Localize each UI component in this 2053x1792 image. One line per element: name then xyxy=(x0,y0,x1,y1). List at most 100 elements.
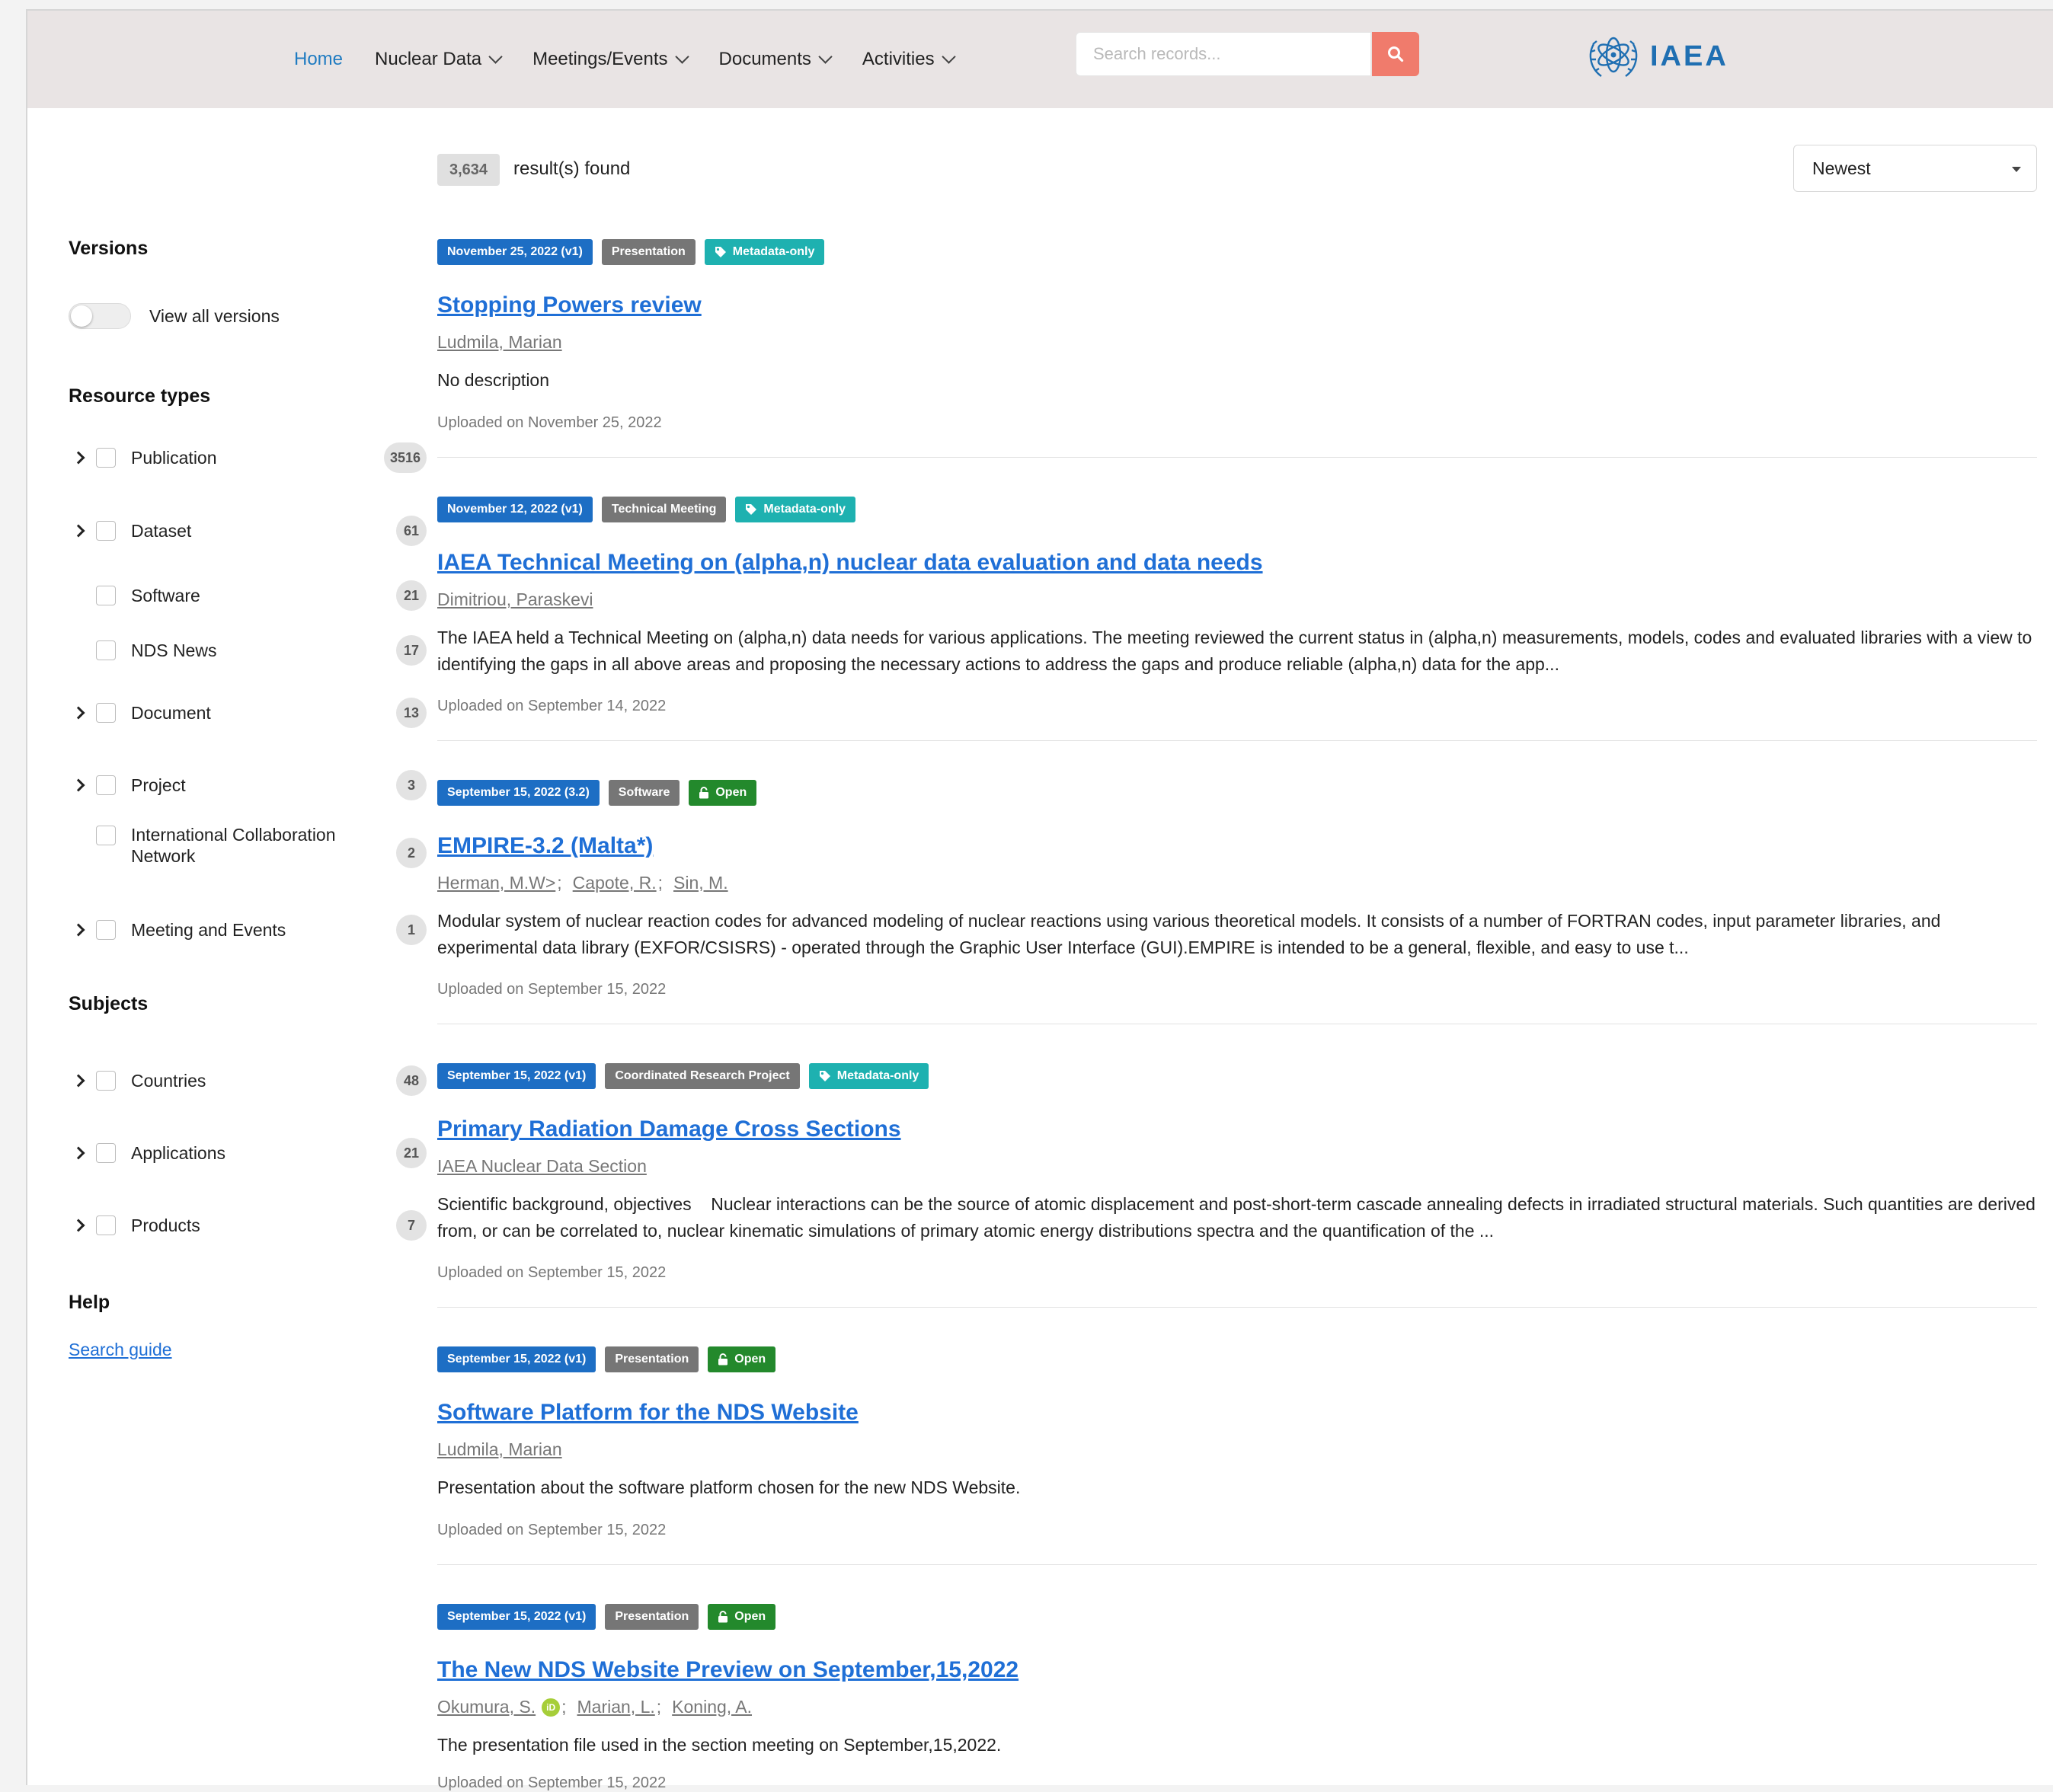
result-upload-date: Uploaded on September 15, 2022 xyxy=(437,1264,667,1281)
facet-applications[interactable]: Applications 21 xyxy=(69,1136,427,1171)
result-upload-date: Uploaded on September 15, 2022 xyxy=(437,1522,667,1538)
facet-checkbox[interactable] xyxy=(96,640,116,660)
author-link[interactable]: Ludmila, Marian xyxy=(437,1439,562,1460)
chevron-right-icon[interactable] xyxy=(69,1219,88,1232)
chevron-down-icon xyxy=(674,49,689,64)
result-authors: IAEA Nuclear Data Section xyxy=(437,1156,647,1177)
unlock-icon xyxy=(718,1353,728,1366)
versions-heading: Versions xyxy=(69,238,149,259)
author-link[interactable]: IAEA Nuclear Data Section xyxy=(437,1156,647,1177)
access-badge: Metadata-only xyxy=(735,497,855,522)
facet-project[interactable]: Project 3 xyxy=(69,768,427,803)
tag-icon xyxy=(745,503,757,516)
nav-meetings-events-label: Meetings/Events xyxy=(532,49,668,69)
access-badge-label: Open xyxy=(734,1610,766,1623)
facet-checkbox[interactable] xyxy=(96,703,116,723)
un-emblem-icon xyxy=(1589,37,1638,77)
author-link[interactable]: Okumura, S. xyxy=(437,1697,536,1717)
chevron-right-icon[interactable] xyxy=(69,451,88,465)
access-badge: Metadata-only xyxy=(808,1063,929,1089)
result-authors: Dimitriou, Paraskevi xyxy=(437,589,593,610)
search-icon xyxy=(1388,46,1404,62)
result-badges: September 15, 2022 (3.2) Software Open xyxy=(437,780,2037,806)
author-link[interactable]: Sin, M. xyxy=(673,873,728,893)
facet-checkbox[interactable] xyxy=(96,1071,116,1091)
chevron-right-icon[interactable] xyxy=(69,706,88,720)
facet-checkbox[interactable] xyxy=(96,826,116,845)
facet-count: 1 xyxy=(396,915,427,945)
search-placeholder: Search records... xyxy=(1093,44,1221,63)
result-authors: Ludmila, Marian xyxy=(437,332,562,353)
chevron-right-icon[interactable] xyxy=(69,1074,88,1088)
facet-label: Document xyxy=(131,703,211,723)
facet-checkbox[interactable] xyxy=(96,448,116,468)
facet-label: Countries xyxy=(131,1071,206,1091)
search-button[interactable] xyxy=(1372,32,1419,76)
view-all-versions-toggle[interactable] xyxy=(69,303,131,329)
facet-label: Software xyxy=(131,586,200,605)
search-input[interactable]: Search records... xyxy=(1076,32,1371,76)
facet-checkbox[interactable] xyxy=(96,521,116,541)
sort-select[interactable]: Newest xyxy=(1793,145,2037,192)
chevron-down-icon xyxy=(818,49,833,64)
author-link[interactable]: Dimitriou, Paraskevi xyxy=(437,589,593,610)
facet-document[interactable]: Document 13 xyxy=(69,695,427,730)
result-title-link[interactable]: Software Platform for the NDS Website xyxy=(437,1400,859,1426)
facet-products[interactable]: Products 7 xyxy=(69,1208,427,1243)
resource-type-badge: Technical Meeting xyxy=(601,497,727,522)
nav-home[interactable]: Home xyxy=(294,49,343,70)
facet-dataset[interactable]: Dataset 61 xyxy=(69,513,427,548)
facet-label: Applications xyxy=(131,1143,226,1163)
result-title-link[interactable]: The New NDS Website Preview on September… xyxy=(437,1657,1019,1683)
result-count-badge: 3,634 xyxy=(437,154,500,186)
result-title-link[interactable]: EMPIRE-3.2 (Malta*) xyxy=(437,833,653,859)
author-link[interactable]: Ludmila, Marian xyxy=(437,332,562,353)
facet-count: 3516 xyxy=(383,442,427,473)
facet-checkbox[interactable] xyxy=(96,775,116,795)
nav-activities[interactable]: Activities xyxy=(862,49,956,70)
result-badges: September 15, 2022 (v1) Presentation Ope… xyxy=(437,1346,2037,1372)
iaea-logo[interactable]: IAEA xyxy=(1585,27,1728,85)
facet-software[interactable]: Software 21 xyxy=(69,578,427,613)
facet-checkbox[interactable] xyxy=(96,586,116,605)
facet-count: 21 xyxy=(396,1138,427,1168)
page: Home Nuclear Data Meetings/Events Docume… xyxy=(26,9,2053,1791)
orcid-icon[interactable]: iD xyxy=(542,1698,561,1717)
chevron-right-icon[interactable] xyxy=(69,778,88,792)
result-description: Scientific background, objectives Nuclea… xyxy=(437,1194,2041,1241)
result-title-link[interactable]: Stopping Powers review xyxy=(437,292,702,318)
author-link[interactable]: Koning, A. xyxy=(672,1697,752,1717)
facet-meeting-and-events[interactable]: Meeting and Events 1 xyxy=(69,912,427,947)
facet-checkbox[interactable] xyxy=(96,1143,116,1163)
access-badge-label: Metadata-only xyxy=(763,503,846,516)
facet-checkbox[interactable] xyxy=(96,1215,116,1235)
result-title-link[interactable]: Primary Radiation Damage Cross Sections xyxy=(437,1116,901,1142)
chevron-right-icon[interactable] xyxy=(69,923,88,937)
result-title-link[interactable]: IAEA Technical Meeting on (alpha,n) nucl… xyxy=(437,550,1263,576)
result-authors: Herman, M.W>; Capote, R.; Sin, M. xyxy=(437,873,728,893)
author-link[interactable]: Herman, M.W> xyxy=(437,873,555,893)
chevron-right-icon[interactable] xyxy=(69,1146,88,1160)
facet-label: Dataset xyxy=(131,521,192,541)
toggle-knob xyxy=(71,305,92,327)
facet-publication[interactable]: Publication 3516 xyxy=(69,440,427,475)
access-badge-label: Metadata-only xyxy=(732,245,815,258)
version-date-badge: November 25, 2022 (v1) xyxy=(437,239,593,265)
nav-documents[interactable]: Documents xyxy=(719,49,833,70)
facet-checkbox[interactable] xyxy=(96,920,116,940)
author-link[interactable]: Capote, R. xyxy=(573,873,657,893)
facet-international-collaboration-network[interactable]: International Collaboration Network 2 xyxy=(69,824,427,880)
facet-count: 61 xyxy=(396,516,427,546)
nav-nuclear-data[interactable]: Nuclear Data xyxy=(375,49,503,70)
facet-count: 48 xyxy=(396,1065,427,1096)
author-link[interactable]: Marian, L. xyxy=(577,1697,655,1717)
facet-nds-news[interactable]: NDS News 17 xyxy=(69,633,427,668)
search-guide-link[interactable]: Search guide xyxy=(69,1340,172,1360)
resource-type-badge: Presentation xyxy=(605,1346,699,1372)
facet-countries[interactable]: Countries 48 xyxy=(69,1063,427,1098)
result-description: Modular system of nuclear reaction codes… xyxy=(437,911,1941,957)
chevron-right-icon[interactable] xyxy=(69,524,88,538)
result-description: The presentation file used in the sectio… xyxy=(437,1735,1002,1755)
nav-meetings-events[interactable]: Meetings/Events xyxy=(532,49,689,70)
facet-label: International Collaboration Network xyxy=(131,825,336,866)
